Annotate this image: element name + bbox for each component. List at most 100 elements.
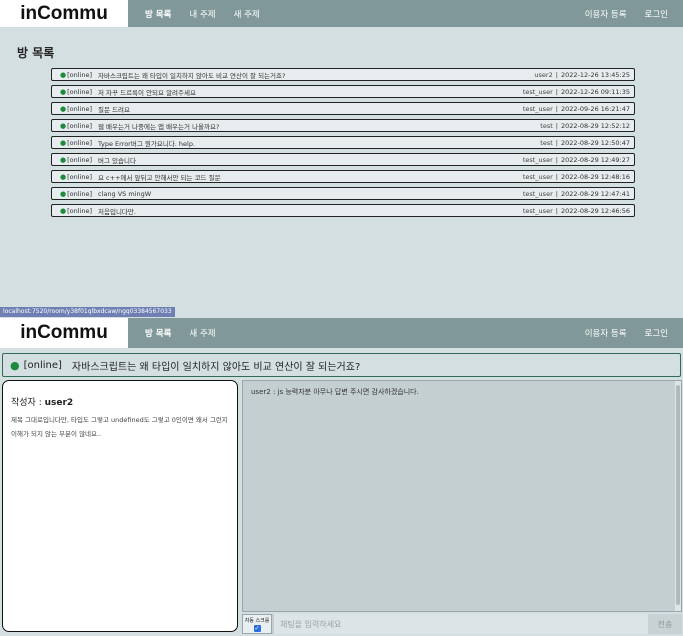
room-list-item[interactable]: ● [online] clang VS mingW test_user | 2022-08… [51, 187, 635, 200]
meta-separator: | [555, 104, 558, 113]
nav-login-link[interactable]: 로그인 [645, 8, 668, 20]
room-status: [online] [67, 87, 93, 96]
auto-scroll-toggle[interactable]: 자동 스크롤 ✓ [242, 614, 272, 634]
room-time: 2022-08-29 12:48:16 [560, 172, 630, 181]
room-title: clang VS mingW [98, 189, 152, 198]
send-button[interactable]: 전송 [648, 614, 682, 634]
online-dot-icon: ● [60, 70, 67, 79]
room-title: 자바스크립트는 왜 타입이 일치하지 않아도 비교 연산이 잘 되는거죠? [71, 361, 361, 373]
online-dot-icon: ● [60, 138, 67, 147]
room-status: [online] [67, 155, 93, 164]
chat-message: user2 : js 능력자분 아무나 답변 주시면 감사하겠습니다. [251, 388, 419, 396]
nav-new-topic-link[interactable]: 새 주제 [234, 8, 260, 20]
room-list-item[interactable]: ● [online] 질문 드려요 test_user | 2022-09-26 16:2… [51, 102, 635, 115]
room-list-item[interactable]: ● [online] 자바스크립트는 왜 타입이 일치하지 않아도 비교 연산이 잘… [51, 68, 635, 81]
room-author: user2 [534, 70, 553, 79]
online-dot-icon: ● [10, 358, 20, 372]
room-title: 처음입니다만. [98, 207, 136, 216]
room-list-item[interactable]: ● [online] 처음입니다만. test_user | 2022-08-29 12:… [51, 204, 635, 217]
room-time: 2022-12-26 13:45:25 [560, 70, 630, 79]
room-author: test_user [522, 172, 553, 181]
post-body: 제목 그대로입니다만, 타입도 그렇고 undefined도 그렇고 0인이면 … [11, 416, 228, 438]
chat-scrollbar-thumb[interactable] [676, 385, 680, 605]
room-time: 2022-08-29 12:47:41 [560, 189, 630, 198]
nav-right-links: 이용자 등록 로그인 [576, 8, 677, 20]
room-status: [online] [67, 172, 93, 181]
meta-separator: | [555, 87, 558, 96]
online-dot-icon: ● [60, 189, 67, 198]
chat-input[interactable] [274, 614, 648, 634]
room-status: [online] [67, 206, 93, 215]
room-status: [online] [67, 104, 93, 113]
room-time: 2022-08-29 12:52:12 [560, 121, 630, 130]
room-time: 2022-08-29 12:49:27 [560, 155, 630, 164]
meta-separator: | [555, 121, 558, 130]
top-navbar-2: inCommu 방 목록 새 주제 이용자 등록 로그인 [0, 318, 683, 348]
room-title: Type Error버그 뭔가요니다. help. [98, 139, 196, 148]
room-title: 버그 있습니다 [98, 156, 136, 165]
room-title: 질문 드려요 [98, 105, 130, 114]
logo[interactable]: inCommu [0, 0, 128, 27]
chat-message-list: user2 : js 능력자분 아무나 답변 주시면 감사하겠습니다. [251, 387, 673, 397]
room-list-item[interactable]: ● [online] 저 자꾸 드르륵이 안되요 알려주세요 test_user | 20… [51, 85, 635, 98]
nav-my-topics-link[interactable]: 내 주제 [189, 8, 215, 20]
auto-scroll-label: 자동 스크롤 [244, 617, 270, 624]
room-author: test [540, 121, 553, 130]
meta-separator: | [555, 189, 558, 198]
nav-login-link[interactable]: 로그인 [645, 327, 668, 339]
nav-register-link[interactable]: 이용자 등록 [585, 327, 627, 339]
room-author: test_user [522, 155, 553, 164]
room-time: 2022-09-26 16:21:47 [560, 104, 630, 113]
chat-messages-panel[interactable]: user2 : js 능력자분 아무나 답변 주시면 감사하겠습니다. [242, 380, 682, 612]
room-list: ● [online] 자바스크립트는 왜 타입이 일치하지 않아도 비교 연산이 잘… [51, 68, 635, 221]
online-dot-icon: ● [60, 121, 67, 130]
room-time: 2022-12-26 09:11:35 [560, 87, 630, 96]
chat-input-bar: 자동 스크롤 ✓ 전송 [242, 614, 682, 634]
room-author: test [540, 138, 553, 147]
online-dot-icon: ● [60, 172, 67, 181]
meta-separator: | [555, 206, 558, 215]
room-status: [online] [67, 189, 93, 198]
room-author: test_user [522, 104, 553, 113]
room-author: test_user [522, 206, 553, 215]
page-title: 방 목록 [17, 46, 55, 60]
online-dot-icon: ● [60, 206, 67, 215]
nav-room-list-link[interactable]: 방 목록 [145, 327, 171, 339]
online-dot-icon: ● [60, 87, 67, 96]
nav-left-links: 방 목록 내 주제 새 주제 [136, 8, 269, 20]
room-status: [online] [67, 138, 93, 147]
top-navbar: inCommu 방 목록 내 주제 새 주제 이용자 등록 로그인 [0, 0, 683, 27]
room-title: 자바스크립트는 왜 타입이 일치하지 않아도 비교 연산이 잘 되는거죠? [98, 71, 286, 80]
nav-new-topic-link[interactable]: 새 주제 [189, 327, 215, 339]
room-title: 웹 배우는거 나중에는 앱 배우는거 나올까요? [98, 122, 220, 131]
meta-separator: | [555, 70, 558, 79]
room-status: [online] [67, 121, 93, 130]
meta-separator: | [555, 138, 558, 147]
post-panel: 작성자 : user2 제목 그대로입니다만, 타입도 그렇고 undefine… [2, 380, 238, 632]
nav-register-link[interactable]: 이용자 등록 [585, 8, 627, 20]
online-dot-icon: ● [60, 155, 67, 164]
room-list-item[interactable]: ● [online] 버그 있습니다 test_user | 2022-08-29 12:… [51, 153, 635, 166]
room-title: 저 자꾸 드르륵이 안되요 알려주세요 [98, 88, 196, 97]
post-author-line: 작성자 : user2 [11, 395, 229, 408]
room-list-item[interactable]: ● [online] 요 c++에서 앞뒤고 안해서만 되는 코드 질문 test_u… [51, 170, 635, 183]
author-label: 작성자 : [11, 398, 42, 408]
author-name: user2 [44, 398, 74, 408]
browser-status-url: localhost:7520/room/y38f01qlbxdcaw/ngq03… [0, 307, 175, 317]
nav-left-links: 방 목록 새 주제 [136, 327, 225, 339]
meta-separator: | [555, 155, 558, 164]
room-list-item[interactable]: ● [online] 웹 배우는거 나중에는 앱 배우는거 나올까요? test | 20… [51, 119, 635, 132]
room-status: [online] [23, 359, 62, 371]
nav-right-links: 이용자 등록 로그인 [576, 327, 677, 339]
room-status: [online] [67, 70, 93, 79]
chat-scrollbar[interactable] [675, 381, 681, 611]
room-author: test_user [522, 189, 553, 198]
room-time: 2022-08-29 12:46:56 [560, 206, 630, 215]
nav-room-list-link[interactable]: 방 목록 [145, 8, 171, 20]
checkbox-checked-icon[interactable]: ✓ [253, 624, 261, 632]
logo[interactable]: inCommu [0, 318, 128, 348]
meta-separator: | [555, 172, 558, 181]
room-list-item[interactable]: ● [online] Type Error버그 뭔가요니다. help. test | 2… [51, 136, 635, 149]
room-time: 2022-08-29 12:50:47 [560, 138, 630, 147]
room-title: 요 c++에서 앞뒤고 안해서만 되는 코드 질문 [98, 173, 221, 182]
